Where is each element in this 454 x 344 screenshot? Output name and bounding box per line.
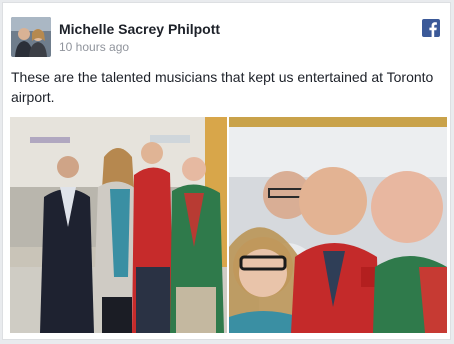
facebook-icon[interactable] bbox=[422, 19, 440, 37]
selfie-group-photo[interactable] bbox=[229, 117, 447, 333]
selfie-photo-image bbox=[229, 117, 447, 333]
airport-group-photo[interactable] bbox=[10, 117, 227, 333]
author-avatar[interactable] bbox=[11, 17, 51, 57]
group-photo-image bbox=[10, 117, 227, 333]
avatar-image bbox=[11, 17, 51, 57]
post-message: These are the talented musicians that ke… bbox=[11, 69, 434, 105]
post-author-name[interactable]: Michelle Sacrey Philpott bbox=[59, 21, 220, 37]
post-timestamp[interactable]: 10 hours ago bbox=[59, 40, 129, 54]
facebook-post-card: Michelle Sacrey Philpott 10 hours ago Th… bbox=[2, 2, 451, 340]
